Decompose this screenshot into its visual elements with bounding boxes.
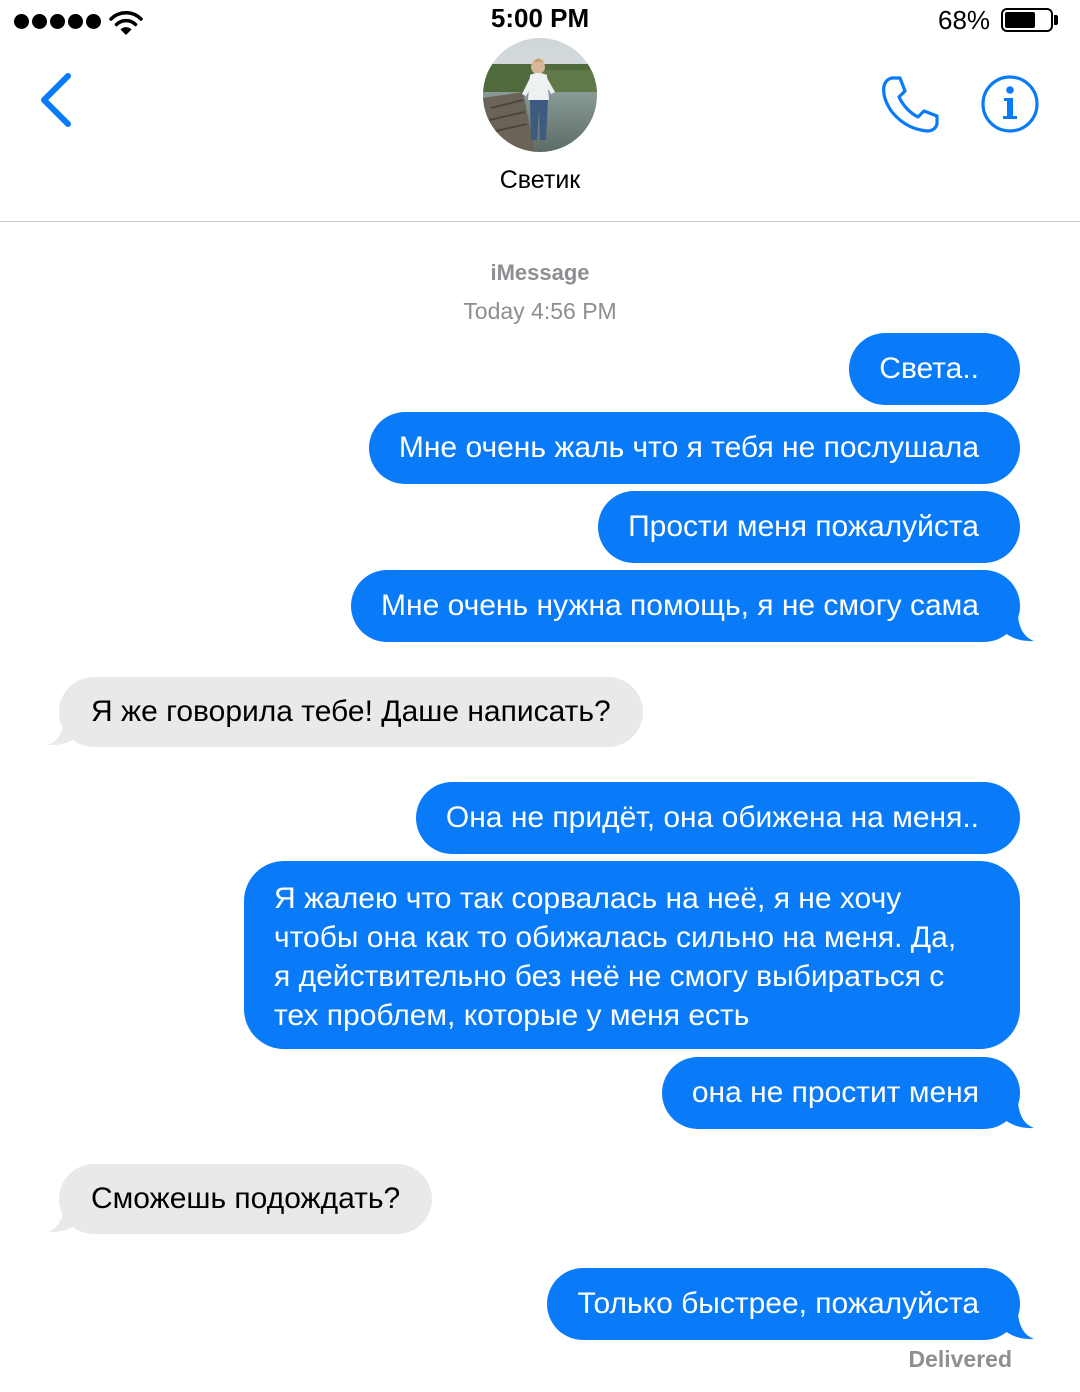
avatar[interactable] bbox=[483, 38, 597, 152]
message-bubble-outgoing[interactable]: Света.. bbox=[849, 333, 1020, 405]
bubble-tail bbox=[1004, 1314, 1034, 1340]
status-bar: 5:00 PM 68% bbox=[0, 0, 1080, 40]
bubble-tail bbox=[48, 1207, 78, 1233]
message-bubble-incoming[interactable]: Сможешь подождать? bbox=[59, 1164, 433, 1234]
delivered-status: Delivered bbox=[908, 1346, 1012, 1372]
info-icon[interactable] bbox=[980, 74, 1040, 134]
service-label: iMessage bbox=[490, 260, 590, 285]
phone-icon[interactable] bbox=[878, 74, 942, 134]
conversation-header: Светик bbox=[0, 38, 1080, 222]
avatar-photo bbox=[483, 38, 597, 152]
message-bubble-outgoing[interactable]: Только быстрее, пожалуйста bbox=[547, 1268, 1020, 1340]
battery-tip bbox=[1054, 15, 1058, 25]
message-bubble-outgoing[interactable]: она не простит меня bbox=[661, 1057, 1020, 1129]
message-bubble-incoming[interactable]: Я же говорила тебе! Даше написать? bbox=[59, 677, 643, 747]
thread-timestamp: Today 4:56 PM bbox=[463, 298, 617, 324]
message-bubble-outgoing[interactable]: Она не придёт, она обижена на меня.. bbox=[415, 782, 1020, 854]
contact-name[interactable]: Светик bbox=[0, 166, 1080, 195]
bubble-tail bbox=[1004, 1103, 1034, 1129]
message-bubble-outgoing[interactable]: Я жалею что так сорвалась на неё, я не х… bbox=[244, 861, 1020, 1049]
bubble-tail bbox=[48, 720, 78, 746]
chevron-left-icon[interactable] bbox=[36, 72, 76, 128]
message-bubble-outgoing[interactable]: Мне очень нужна помощь, я не смогу сама bbox=[351, 570, 1020, 642]
battery-icon bbox=[1001, 8, 1053, 32]
status-time: 5:00 PM bbox=[490, 3, 590, 33]
message-bubble-outgoing[interactable]: Прости меня пожалуйста bbox=[598, 491, 1020, 563]
message-bubble-outgoing[interactable]: Мне очень жаль что я тебя не послушала bbox=[368, 412, 1020, 484]
bubble-tail bbox=[1004, 616, 1034, 642]
battery-percent: 68% bbox=[938, 5, 991, 35]
